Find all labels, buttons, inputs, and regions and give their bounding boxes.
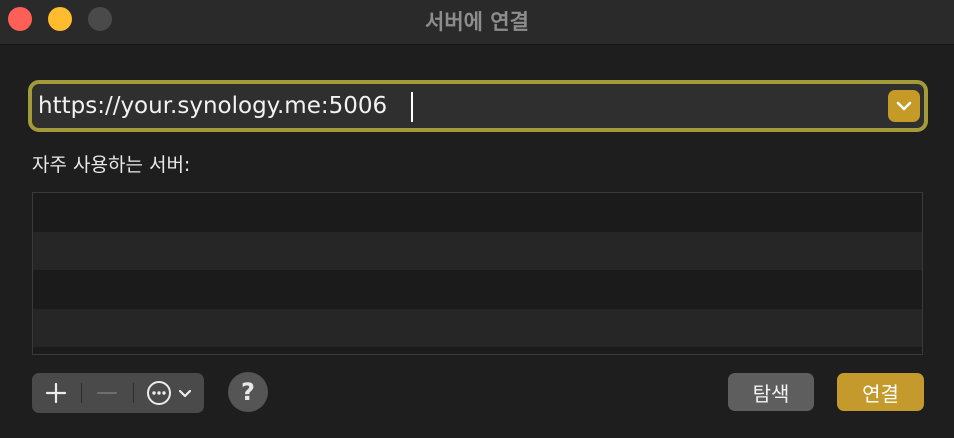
ellipsis-circle-icon (147, 381, 171, 405)
favorite-servers-list[interactable] (32, 192, 923, 355)
help-button[interactable]: ? (228, 372, 268, 412)
list-row (33, 270, 922, 309)
favorites-segmented-control (32, 373, 204, 413)
server-address-input[interactable] (38, 89, 884, 123)
list-row (33, 231, 922, 270)
chevron-down-icon (896, 101, 912, 111)
text-caret (411, 92, 413, 122)
remove-favorite-button[interactable] (82, 373, 132, 413)
favorite-servers-label: 자주 사용하는 서버: (32, 154, 191, 176)
list-row (33, 308, 922, 347)
browse-button[interactable]: 탐색 (728, 373, 814, 411)
recent-servers-dropdown-button[interactable] (888, 90, 920, 122)
plus-icon (45, 382, 67, 404)
minus-icon (97, 392, 117, 394)
connect-button[interactable]: 연결 (837, 373, 924, 411)
add-favorite-button[interactable] (32, 373, 80, 413)
list-row (33, 193, 922, 232)
title-bar: 서버에 연결 (0, 0, 954, 45)
chevron-down-icon (178, 389, 192, 398)
window-title: 서버에 연결 (425, 10, 529, 34)
favorites-action-menu-button[interactable] (134, 373, 204, 413)
list-row (33, 347, 922, 354)
server-address-field[interactable] (28, 80, 928, 132)
